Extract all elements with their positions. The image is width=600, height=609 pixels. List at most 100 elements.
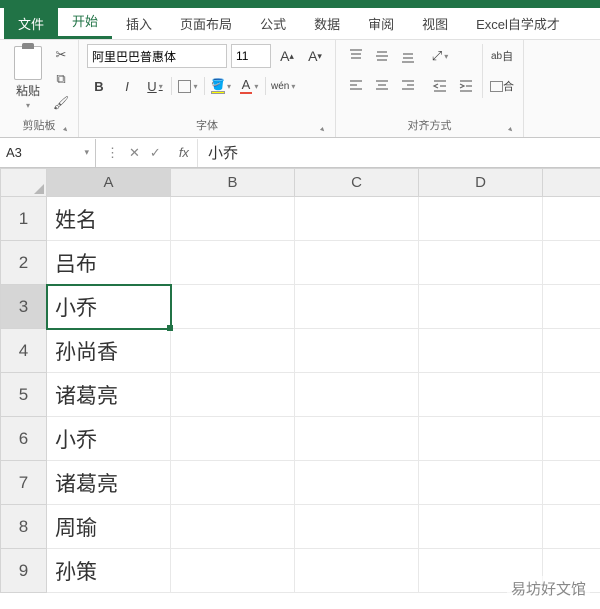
shrink-font-button[interactable]: A▾ (303, 44, 327, 68)
bold-button[interactable]: B (87, 74, 111, 98)
phonetic-button[interactable]: wén▾ (270, 74, 296, 98)
cell-D4[interactable] (419, 329, 543, 373)
wrap-text-button[interactable]: ab 自 (489, 44, 515, 68)
formula-input[interactable] (197, 139, 600, 167)
cell-E4[interactable] (543, 329, 600, 373)
cell-C9[interactable] (295, 549, 419, 593)
cancel-icon[interactable]: ✕ (129, 145, 140, 161)
cut-icon[interactable]: ✂ (52, 46, 70, 64)
cell-B1[interactable] (171, 197, 295, 241)
align-right-button[interactable] (396, 74, 420, 98)
cell-C7[interactable] (295, 461, 419, 505)
col-header-E[interactable] (543, 169, 600, 197)
cell-A7[interactable]: 诸葛亮 (47, 461, 171, 505)
copy-icon[interactable]: ⧉ (52, 70, 70, 88)
align-top-button[interactable] (344, 44, 368, 68)
cell-E6[interactable] (543, 417, 600, 461)
indent-decrease-button[interactable] (428, 74, 452, 98)
cell-A2[interactable]: 吕布 (47, 241, 171, 285)
cell-D1[interactable] (419, 197, 543, 241)
row-header-3[interactable]: 3 (1, 285, 47, 329)
orientation-button[interactable]: ⤢▾ (428, 44, 452, 68)
cell-C1[interactable] (295, 197, 419, 241)
font-color-button[interactable]: A▾ (237, 74, 261, 98)
tab-formulas[interactable]: 公式 (246, 8, 300, 39)
cell-B9[interactable] (171, 549, 295, 593)
align-center-button[interactable] (370, 74, 394, 98)
cell-C4[interactable] (295, 329, 419, 373)
cell-B2[interactable] (171, 241, 295, 285)
cell-C5[interactable] (295, 373, 419, 417)
cell-D7[interactable] (419, 461, 543, 505)
format-painter-icon[interactable]: 🖌 (52, 94, 70, 112)
more-icon[interactable]: ⋮ (106, 145, 119, 161)
cell-C3[interactable] (295, 285, 419, 329)
tab-custom[interactable]: Excel自学成才 (462, 8, 574, 39)
tab-home[interactable]: 开始 (58, 5, 112, 39)
cell-E5[interactable] (543, 373, 600, 417)
col-header-A[interactable]: A (47, 169, 171, 197)
cell-A6[interactable]: 小乔 (47, 417, 171, 461)
row-header-4[interactable]: 4 (1, 329, 47, 373)
col-header-C[interactable]: C (295, 169, 419, 197)
cell-A8[interactable]: 周瑜 (47, 505, 171, 549)
cell-C2[interactable] (295, 241, 419, 285)
select-all-corner[interactable] (1, 169, 47, 197)
name-box-dropdown-icon[interactable]: ▾ (84, 147, 89, 158)
cell-B8[interactable] (171, 505, 295, 549)
fx-label[interactable]: fx (171, 145, 197, 160)
tab-insert[interactable]: 插入 (112, 8, 166, 39)
row-header-2[interactable]: 2 (1, 241, 47, 285)
align-bottom-button[interactable] (396, 44, 420, 68)
cell-D3[interactable] (419, 285, 543, 329)
cell-B3[interactable] (171, 285, 295, 329)
cell-A1[interactable]: 姓名 (47, 197, 171, 241)
cell-E1[interactable] (543, 197, 600, 241)
row-header-5[interactable]: 5 (1, 373, 47, 417)
name-box[interactable]: A3 ▾ (0, 139, 96, 167)
fill-color-button[interactable]: 🪣▾ (209, 74, 233, 98)
col-header-B[interactable]: B (171, 169, 295, 197)
row-header-9[interactable]: 9 (1, 549, 47, 593)
cell-D5[interactable] (419, 373, 543, 417)
italic-button[interactable]: I (115, 74, 139, 98)
underline-button[interactable]: U▾ (143, 74, 167, 98)
tab-file[interactable]: 文件 (4, 8, 58, 39)
cell-C6[interactable] (295, 417, 419, 461)
col-header-D[interactable]: D (419, 169, 543, 197)
indent-increase-button[interactable] (454, 74, 478, 98)
row-header-8[interactable]: 8 (1, 505, 47, 549)
font-size-select[interactable] (231, 44, 271, 68)
row-header-7[interactable]: 7 (1, 461, 47, 505)
borders-button[interactable]: ▾ (176, 74, 200, 98)
align-middle-button[interactable] (370, 44, 394, 68)
cell-D2[interactable] (419, 241, 543, 285)
cell-E8[interactable] (543, 505, 600, 549)
cell-D8[interactable] (419, 505, 543, 549)
paste-button[interactable]: 粘贴 ▾ (8, 44, 48, 112)
cell-B4[interactable] (171, 329, 295, 373)
cell-A9[interactable]: 孙策 (47, 549, 171, 593)
cell-B6[interactable] (171, 417, 295, 461)
cell-B5[interactable] (171, 373, 295, 417)
row-header-6[interactable]: 6 (1, 417, 47, 461)
tab-view[interactable]: 视图 (408, 8, 462, 39)
enter-icon[interactable]: ✓ (150, 145, 161, 161)
cell-E3[interactable] (543, 285, 600, 329)
grow-font-button[interactable]: A▴ (275, 44, 299, 68)
cell-D6[interactable] (419, 417, 543, 461)
cell-B7[interactable] (171, 461, 295, 505)
merge-button[interactable]: 合 (489, 74, 515, 98)
row-header-1[interactable]: 1 (1, 197, 47, 241)
tab-review[interactable]: 审阅 (354, 8, 408, 39)
align-left-button[interactable] (344, 74, 368, 98)
cell-A5[interactable]: 诸葛亮 (47, 373, 171, 417)
cell-C8[interactable] (295, 505, 419, 549)
cell-A3[interactable]: 小乔 (47, 285, 171, 329)
cell-E2[interactable] (543, 241, 600, 285)
font-family-select[interactable] (87, 44, 227, 68)
tab-data[interactable]: 数据 (300, 8, 354, 39)
cell-A4[interactable]: 孙尚香 (47, 329, 171, 373)
tab-page-layout[interactable]: 页面布局 (166, 8, 246, 39)
cell-E7[interactable] (543, 461, 600, 505)
